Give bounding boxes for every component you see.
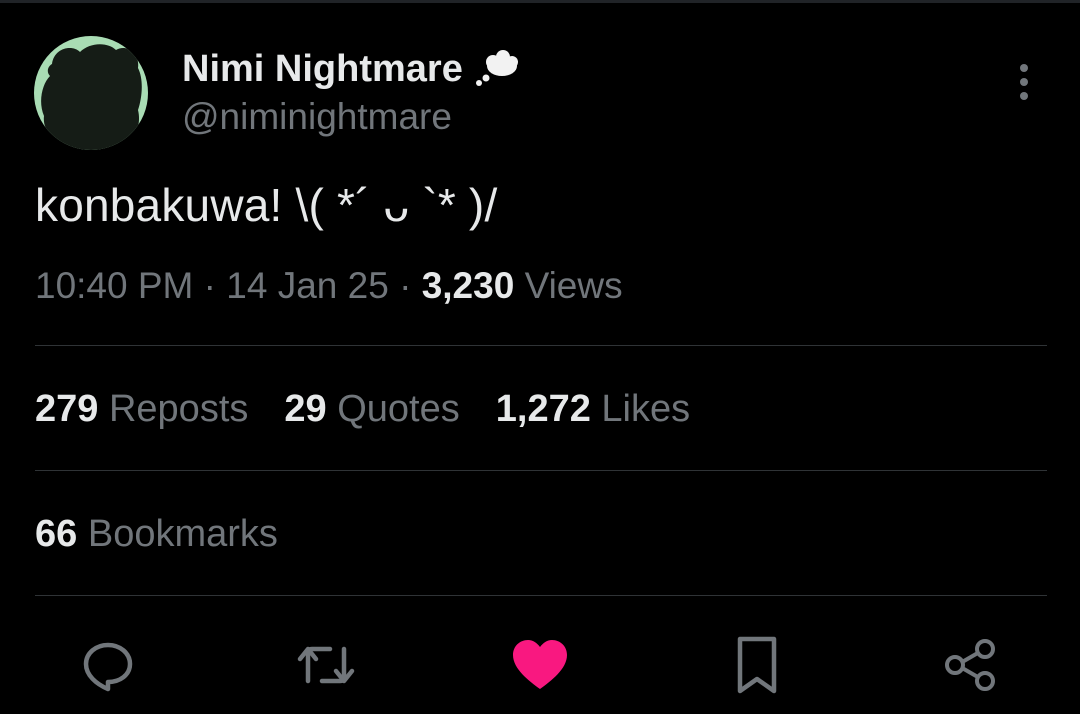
- likes-label: Likes: [601, 388, 691, 430]
- bookmark-button[interactable]: [727, 635, 787, 695]
- bookmark-icon: [737, 636, 777, 694]
- author-display-name[interactable]: Nimi Nightmare: [182, 48, 463, 91]
- tweet-text: konbakuwa! \( *´ ᴗ `* )/: [35, 179, 498, 231]
- more-vertical-icon: [1020, 64, 1028, 100]
- meta-separator: ·: [193, 265, 227, 306]
- bookmarks-count: 66: [35, 513, 78, 555]
- divider: [35, 470, 1047, 471]
- quotes-label: Quotes: [337, 388, 460, 430]
- divider: [35, 595, 1047, 596]
- repost-button[interactable]: [296, 635, 356, 695]
- avatar[interactable]: [34, 36, 148, 150]
- bookmarks-label: Bookmarks: [87, 513, 278, 555]
- author-name-row: Nimi Nightmare: [182, 46, 519, 92]
- heart-icon: [513, 640, 567, 689]
- divider: [35, 345, 1047, 346]
- views-count: 3,230: [421, 265, 515, 306]
- share-icon: [945, 639, 995, 691]
- tweet-time[interactable]: 10:40 PM: [35, 265, 193, 306]
- share-button[interactable]: [940, 635, 1000, 695]
- tweet-date[interactable]: 14 Jan 25: [226, 265, 389, 306]
- quotes-count: 29: [284, 388, 327, 430]
- reposts-label: Reposts: [108, 388, 249, 430]
- like-button[interactable]: [510, 635, 570, 695]
- engagement-stats: 279 Reposts 29 Quotes 1,272 Likes: [35, 388, 690, 431]
- bookmarks-stat[interactable]: 66 Bookmarks: [35, 513, 278, 556]
- author-handle[interactable]: @niminightmare: [182, 96, 452, 138]
- likes-stat[interactable]: 1,272 Likes: [496, 388, 690, 431]
- repost-icon: [297, 646, 355, 684]
- views-label: Views: [524, 265, 623, 306]
- thought-cloud-icon: [473, 49, 519, 89]
- reposts-stat[interactable]: 279 Reposts: [35, 388, 248, 431]
- meta-separator: ·: [388, 265, 422, 306]
- tweet-meta: 10:40 PM · 14 Jan 25 · 3,230 Views: [35, 265, 623, 307]
- likes-count: 1,272: [495, 388, 591, 430]
- quotes-stat[interactable]: 29 Quotes: [284, 388, 459, 431]
- reposts-count: 279: [35, 388, 99, 430]
- reply-button[interactable]: [78, 635, 138, 695]
- reply-icon: [83, 642, 133, 692]
- top-border: [0, 0, 1080, 3]
- more-options-button[interactable]: [1004, 60, 1044, 104]
